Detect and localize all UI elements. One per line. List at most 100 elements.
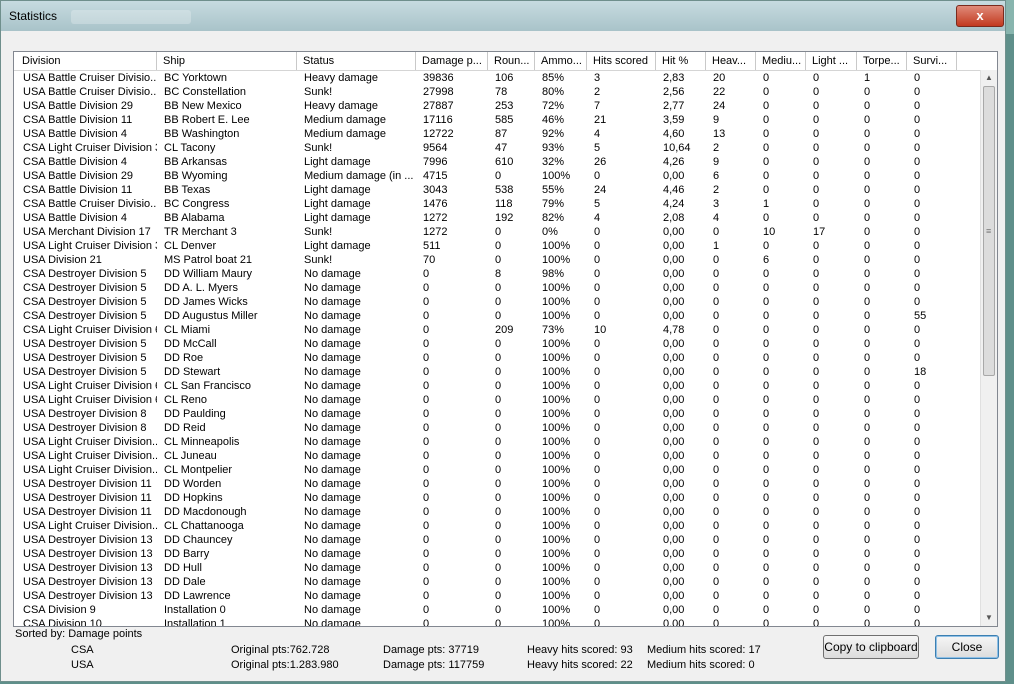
table-row[interactable]: USA Destroyer Division 8 DD Reid No damage… <box>14 421 984 435</box>
table-row[interactable]: USA Destroyer Division 11 DD Worden No dam… <box>14 477 984 491</box>
table-cell: No damage <box>304 380 361 392</box>
column-header[interactable]: Status <box>297 52 416 70</box>
table-cell: 511 <box>423 240 441 252</box>
table-cell: 17116 <box>423 114 453 126</box>
table-cell: 0 <box>495 534 502 546</box>
table-row[interactable]: USA Light Cruiser Division... CL Juneau No… <box>14 449 984 463</box>
scroll-thumb[interactable]: ≡ <box>983 86 995 376</box>
table-row[interactable]: USA Light Cruiser Division 3 CL Denver Lig… <box>14 239 984 253</box>
table-cell: 0,00 <box>663 464 685 476</box>
scroll-up-arrow-icon[interactable]: ▲ <box>981 70 997 86</box>
column-header[interactable]: Mediu... <box>756 52 806 70</box>
table-cell: 0 <box>813 142 820 154</box>
table-cell: 0 <box>713 604 720 616</box>
column-header[interactable]: Heav... <box>706 52 756 70</box>
table-row[interactable]: CSA Battle Cruiser Divisio... BC Congress… <box>14 197 984 211</box>
table-row[interactable]: USA Battle Division 29 BB New Mexico Heavy… <box>14 99 984 113</box>
table-row[interactable]: USA Light Cruiser Division... CL Minneapo… <box>14 435 984 449</box>
table-cell: DD Worden <box>164 478 222 490</box>
table-cell: 0 <box>763 576 770 588</box>
table-cell: 0 <box>763 128 770 140</box>
column-header[interactable]: Ship <box>157 52 297 70</box>
table-row[interactable]: USA Light Cruiser Division... CL Montpeli… <box>14 463 984 477</box>
column-header[interactable]: Ammo... <box>535 52 587 70</box>
table-row[interactable]: USA Battle Division 29 BB Wyoming Medium d… <box>14 169 984 183</box>
table-cell: 0,00 <box>663 226 685 238</box>
table-cell: 0 <box>914 478 921 490</box>
table-row[interactable]: USA Light Cruiser Division 6 CL Reno No da… <box>14 393 984 407</box>
table-row[interactable]: CSA Light Cruiser Division 6 CL Miami No d… <box>14 323 984 337</box>
table-row[interactable]: USA Destroyer Division 11 DD Hopkins No da… <box>14 491 984 505</box>
table-row[interactable]: USA Destroyer Division 13 DD Barry No dama… <box>14 547 984 561</box>
close-button[interactable]: Close <box>935 635 999 659</box>
table-row[interactable]: CSA Division 9 Installation 0 No damage 0 0 1… <box>14 603 984 617</box>
table-row[interactable]: CSA Battle Division 11 BB Robert E. Lee Me… <box>14 113 984 127</box>
table-cell: USA Destroyer Division 8 <box>23 408 147 420</box>
table-cell: Sunk! <box>304 86 333 98</box>
column-header[interactable]: Survi... <box>907 52 957 70</box>
table-cell: 0 <box>763 324 770 336</box>
table-cell: 0 <box>864 464 871 476</box>
table-row[interactable]: USA Destroyer Division 13 DD Hull No damag… <box>14 561 984 575</box>
column-header[interactable]: Damage p... <box>416 52 488 70</box>
table-cell: USA Destroyer Division 13 <box>23 590 153 602</box>
table-row[interactable]: CSA Battle Division 4 BB Arkansas Light da… <box>14 155 984 169</box>
table-row[interactable]: USA Battle Division 4 BB Washington Medium… <box>14 127 984 141</box>
table-cell: 4,24 <box>663 198 685 210</box>
column-header[interactable]: Hit % <box>656 52 706 70</box>
table-cell: 0 <box>495 394 502 406</box>
column-header[interactable]: Division <box>16 52 157 70</box>
statistics-list[interactable]: Division Ship Status Damage p... Roun... Ammo… <box>13 51 998 627</box>
table-cell: 0 <box>423 604 430 616</box>
column-header[interactable]: Light ... <box>806 52 857 70</box>
table-row[interactable]: USA Battle Cruiser Divisio... BC Yorktown… <box>14 71 984 85</box>
table-row[interactable]: USA Destroyer Division 5 DD Roe No damage 0… <box>14 351 984 365</box>
table-cell: 8 <box>495 268 502 280</box>
table-cell: CSA Destroyer Division 5 <box>23 296 147 308</box>
table-cell: 100% <box>542 450 571 462</box>
table-row[interactable]: CSA Destroyer Division 5 DD James Wicks No… <box>14 295 984 309</box>
table-row[interactable]: USA Merchant Division 17 TR Merchant 3 Sun… <box>14 225 984 239</box>
table-row[interactable]: USA Destroyer Division 5 DD Stewart No dam… <box>14 365 984 379</box>
table-row[interactable]: USA Light Cruiser Division... CL Chattano… <box>14 519 984 533</box>
table-cell: CSA Destroyer Division 5 <box>23 268 147 280</box>
column-header[interactable]: Roun... <box>488 52 535 70</box>
table-cell: 0 <box>423 478 430 490</box>
table-cell: 0,00 <box>663 618 685 627</box>
table-cell: DD Roe <box>164 352 204 364</box>
vertical-scrollbar[interactable]: ▲ ≡ ▼ <box>980 70 997 626</box>
column-header[interactable]: Torpe... <box>857 52 907 70</box>
close-icon[interactable]: x <box>956 5 1004 27</box>
table-cell: 0 <box>813 450 820 462</box>
table-row[interactable]: USA Battle Division 4 BB Alabama Light dam… <box>14 211 984 225</box>
copy-to-clipboard-button[interactable]: Copy to clipboard <box>823 635 919 659</box>
table-cell: Sunk! <box>304 226 333 238</box>
table-cell: 100% <box>542 338 571 350</box>
table-cell: 0,00 <box>663 590 685 602</box>
table-row[interactable]: CSA Destroyer Division 5 DD A. L. Myers No… <box>14 281 984 295</box>
table-row[interactable]: USA Light Cruiser Division 6 CL San Franc… <box>14 379 984 393</box>
table-cell: 0 <box>813 296 820 308</box>
table-row[interactable]: USA Division 21 MS Patrol boat 21 Sunk! 70 0… <box>14 253 984 267</box>
table-cell: CSA Battle Division 11 <box>23 114 133 126</box>
table-row[interactable]: CSA Light Cruiser Division 3 CL Tacony Sun… <box>14 141 984 155</box>
table-row[interactable]: USA Destroyer Division 11 DD Macdonough No… <box>14 505 984 519</box>
scroll-down-arrow-icon[interactable]: ▼ <box>981 610 997 626</box>
table-row[interactable]: CSA Division 10 Installation 1 No damage 0 0… <box>14 617 984 627</box>
table-cell: USA Destroyer Division 5 <box>23 366 147 378</box>
table-row[interactable]: USA Destroyer Division 13 DD Lawrence No d… <box>14 589 984 603</box>
table-row[interactable]: CSA Destroyer Division 5 DD William Maury… <box>14 267 984 281</box>
table-row[interactable]: USA Destroyer Division 8 DD Paulding No da… <box>14 407 984 421</box>
table-row[interactable]: USA Destroyer Division 13 DD Chauncey No d… <box>14 533 984 547</box>
table-cell: 0 <box>864 100 871 112</box>
table-row[interactable]: CSA Destroyer Division 5 DD Augustus Mill… <box>14 309 984 323</box>
table-cell: 0 <box>864 296 871 308</box>
table-row[interactable]: USA Destroyer Division 13 DD Dale No damag… <box>14 575 984 589</box>
table-row[interactable]: CSA Battle Division 11 BB Texas Light dama… <box>14 183 984 197</box>
table-row[interactable]: USA Battle Cruiser Divisio... BC Constell… <box>14 85 984 99</box>
table-cell: 0 <box>864 310 871 322</box>
table-cell: USA Destroyer Division 11 <box>23 506 152 518</box>
table-row[interactable]: USA Destroyer Division 5 DD McCall No dama… <box>14 337 984 351</box>
column-header[interactable]: Hits scored <box>587 52 656 70</box>
table-cell: 0 <box>763 408 770 420</box>
